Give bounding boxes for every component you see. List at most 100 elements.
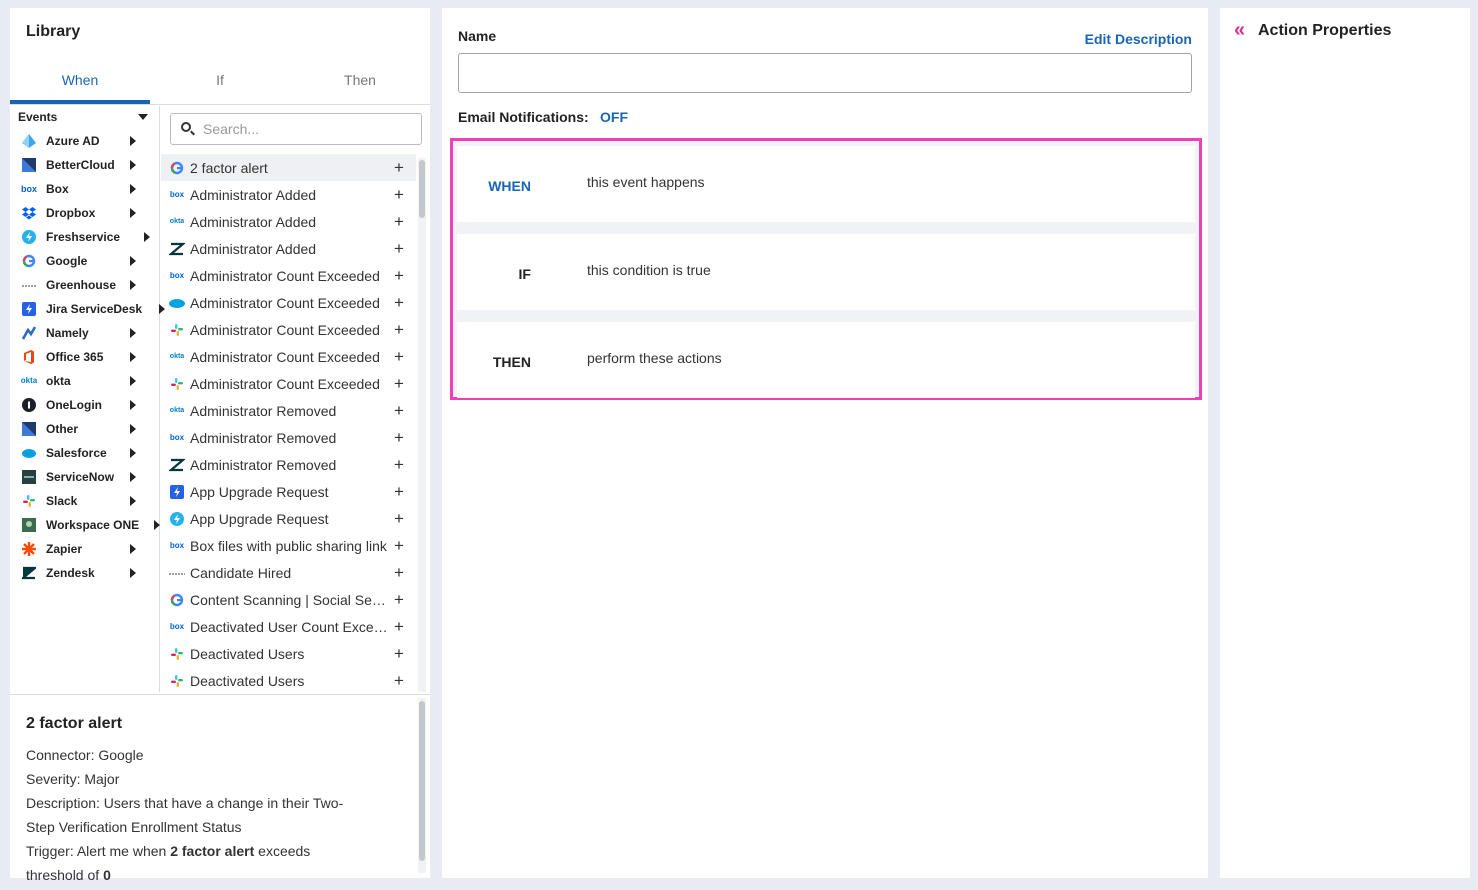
email-notifications-toggle[interactable]: OFF — [600, 109, 628, 125]
add-icon[interactable]: + — [394, 536, 404, 556]
greenhouse-icon — [169, 566, 185, 580]
add-icon[interactable]: + — [394, 401, 404, 421]
connector-item-bettercloud[interactable]: BetterCloud — [10, 153, 160, 177]
caret-right-icon — [130, 184, 136, 194]
add-icon[interactable]: + — [394, 320, 404, 340]
add-icon[interactable]: + — [394, 428, 404, 448]
alert-list: 2 factor alert+ box Administrator Added+… — [161, 154, 416, 692]
double-chevron-left-icon[interactable]: « — [1234, 20, 1245, 40]
connector-item-salesforce[interactable]: Salesforce — [10, 441, 160, 465]
add-icon[interactable]: + — [394, 266, 404, 286]
connector-item-other[interactable]: Other — [10, 417, 160, 441]
alert-item[interactable]: Administrator Removed+ — [161, 451, 416, 478]
connector-item-freshservice[interactable]: Freshservice — [10, 225, 160, 249]
detail-scrollbar[interactable] — [418, 698, 426, 873]
alert-item[interactable]: okta Administrator Count Exceeded+ — [161, 343, 416, 370]
alert-item[interactable]: box Administrator Added+ — [161, 181, 416, 208]
add-icon[interactable]: + — [394, 617, 404, 637]
name-input[interactable] — [458, 53, 1192, 93]
alert-item[interactable]: Candidate Hired+ — [161, 559, 416, 586]
alert-item[interactable]: Deactivated Users+ — [161, 667, 416, 692]
edit-description-link[interactable]: Edit Description — [1085, 31, 1192, 47]
stage-if[interactable]: IF this condition is true — [457, 234, 1195, 310]
salesforce-icon — [22, 446, 36, 460]
add-icon[interactable]: + — [394, 212, 404, 232]
stage-when[interactable]: WHEN this event happens — [457, 146, 1195, 222]
scrollbar-thumb[interactable] — [419, 701, 425, 861]
connector-label: ServiceNow — [46, 470, 114, 484]
threshold-prefix: threshold of — [26, 867, 103, 883]
caret-right-icon — [130, 568, 136, 578]
alert-item[interactable]: box Administrator Removed+ — [161, 424, 416, 451]
alert-item[interactable]: okta Administrator Removed+ — [161, 397, 416, 424]
alert-item[interactable]: Deactivated Users+ — [161, 640, 416, 667]
add-icon[interactable]: + — [394, 671, 404, 691]
alert-item[interactable]: Administrator Count Exceeded+ — [161, 316, 416, 343]
tab-if[interactable]: If — [150, 64, 290, 104]
alert-item[interactable]: Administrator Count Exceeded+ — [161, 370, 416, 397]
connector-item-greenhouse[interactable]: Greenhouse — [10, 273, 160, 297]
connector-item-workspace-one[interactable]: Workspace ONE — [10, 513, 160, 537]
slack-icon — [22, 494, 36, 508]
add-icon[interactable]: + — [394, 590, 404, 610]
connector-item-office-365[interactable]: Office 365 — [10, 345, 160, 369]
add-icon[interactable]: + — [394, 239, 404, 259]
okta-icon: okta — [169, 404, 185, 418]
alert-detail-trigger: Trigger: Alert me when 2 factor alert ex… — [26, 843, 310, 859]
connector-label: okta — [46, 374, 71, 388]
add-icon[interactable]: + — [394, 455, 404, 475]
add-icon[interactable]: + — [394, 347, 404, 367]
caret-right-icon — [144, 232, 150, 242]
connector-item-zapier[interactable]: Zapier — [10, 537, 160, 561]
stage-then[interactable]: THEN perform these actions — [457, 322, 1195, 398]
alert-item[interactable]: 2 factor alert+ — [161, 154, 416, 181]
connector-label: Box — [46, 182, 69, 196]
tab-when[interactable]: When — [10, 64, 150, 104]
alert-item[interactable]: App Upgrade Request+ — [161, 505, 416, 532]
alert-label: Administrator Added — [190, 187, 392, 203]
alert-label: Administrator Count Exceeded — [190, 295, 392, 311]
library-panel: Library When If Then Events Azure AD Bet… — [10, 8, 430, 878]
scrollbar-thumb[interactable] — [419, 160, 425, 218]
trigger-alert-name: 2 factor alert — [170, 843, 254, 859]
tab-then[interactable]: Then — [290, 64, 430, 104]
connector-item-okta[interactable]: okta okta — [10, 369, 160, 393]
connector-item-azure-ad[interactable]: Azure AD — [10, 129, 160, 153]
alert-item[interactable]: Content Scanning | Social Security+ — [161, 586, 416, 613]
connector-item-zendesk[interactable]: Zendesk — [10, 561, 160, 585]
caret-right-icon — [130, 208, 136, 218]
slack-icon — [169, 674, 185, 688]
connector-item-jira-servicedesk[interactable]: Jira ServiceDesk — [10, 297, 160, 321]
add-icon[interactable]: + — [394, 293, 404, 313]
alert-item[interactable]: App Upgrade Request+ — [161, 478, 416, 505]
connector-label: Zapier — [46, 542, 82, 556]
search-input[interactable] — [201, 119, 411, 139]
connector-item-slack[interactable]: Slack — [10, 489, 160, 513]
connector-item-box[interactable]: box Box — [10, 177, 160, 201]
connector-item-servicenow[interactable]: ServiceNow — [10, 465, 160, 489]
alert-item[interactable]: box Deactivated User Count Exceeded+ — [161, 613, 416, 640]
connector-item-google[interactable]: Google — [10, 249, 160, 273]
add-icon[interactable]: + — [394, 509, 404, 529]
add-icon[interactable]: + — [394, 563, 404, 583]
connector-item-onelogin[interactable]: OneLogin — [10, 393, 160, 417]
add-icon[interactable]: + — [394, 374, 404, 394]
connector-item-namely[interactable]: Namely — [10, 321, 160, 345]
alert-item[interactable]: box Box files with public sharing link+ — [161, 532, 416, 559]
alert-item[interactable]: Administrator Count Exceeded+ — [161, 289, 416, 316]
alert-item[interactable]: okta Administrator Added+ — [161, 208, 416, 235]
box-icon: box — [169, 539, 185, 553]
add-icon[interactable]: + — [394, 644, 404, 664]
add-icon[interactable]: + — [394, 158, 404, 178]
alert-detail-description: Description: Users that have a change in… — [26, 795, 343, 811]
alert-item[interactable]: Administrator Added+ — [161, 235, 416, 262]
alert-item[interactable]: box Administrator Count Exceeded+ — [161, 262, 416, 289]
events-dropdown[interactable]: Events — [18, 110, 148, 124]
alert-label: Administrator Removed — [190, 430, 392, 446]
alert-list-scrollbar[interactable] — [418, 158, 426, 692]
add-icon[interactable]: + — [394, 482, 404, 502]
caret-right-icon — [130, 136, 136, 146]
library-title: Library — [26, 23, 80, 41]
connector-item-dropbox[interactable]: Dropbox — [10, 201, 160, 225]
add-icon[interactable]: + — [394, 185, 404, 205]
